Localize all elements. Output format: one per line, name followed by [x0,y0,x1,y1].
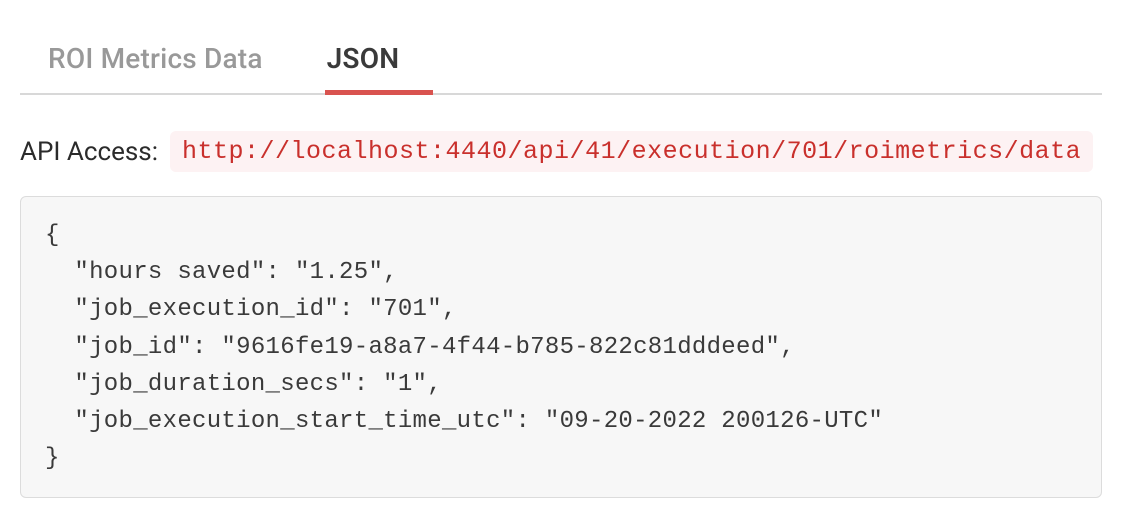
tab-bar: ROI Metrics Data JSON [20,28,1102,95]
tab-roi-metrics-data[interactable]: ROI Metrics Data [48,28,297,93]
api-access-url[interactable]: http://localhost:4440/api/41/execution/7… [170,131,1093,172]
tab-json[interactable]: JSON [297,28,434,93]
api-access-label: API Access: [20,137,158,167]
api-access-row: API Access: http://localhost:4440/api/41… [20,131,1102,172]
json-code-block[interactable]: { "hours saved": "1.25", "job_execution_… [20,196,1102,498]
